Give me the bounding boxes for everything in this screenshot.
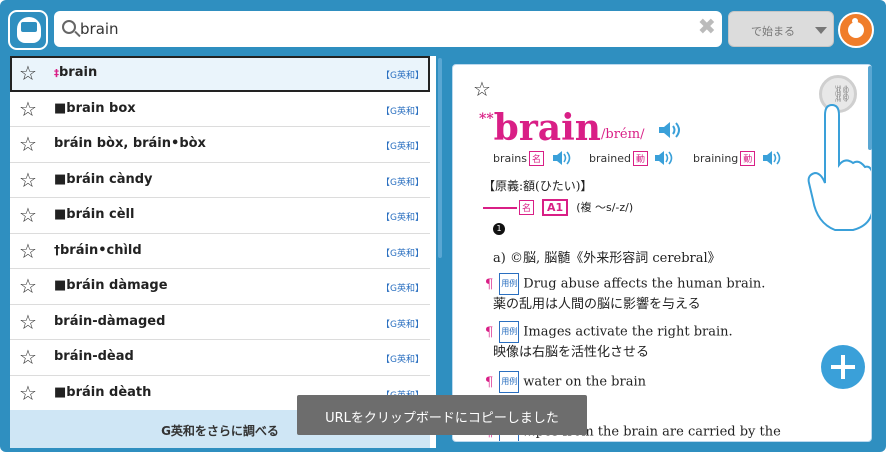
headword-label: bráin-dèad — [54, 349, 134, 364]
headword-mark: ■ — [54, 171, 67, 187]
star-icon[interactable]: ☆ — [19, 133, 37, 155]
pronunciation: /bréɪn/ — [601, 127, 645, 142]
dictionary-tag: 【G英和】 — [381, 177, 424, 188]
result-list: ☆ ‡brain 【G英和】 ☆ ■brain box 【G英和】 ☆ brái… — [10, 56, 436, 448]
example: ¶ 用例 Images activate the right brain. 映像は右… — [485, 321, 733, 363]
example-badge: 用例 — [499, 371, 520, 393]
entry-headword: brain — [493, 107, 601, 149]
list-scrollbar[interactable] — [438, 58, 442, 258]
headword-mark: ■ — [54, 278, 67, 293]
star-icon[interactable]: ☆ — [19, 240, 37, 262]
speaker-icon[interactable] — [657, 119, 683, 141]
star-icon[interactable]: ☆ — [19, 311, 37, 333]
pos-badge: 動 — [740, 151, 756, 166]
headword-label: brain — [59, 65, 98, 80]
plural-form: (複 〜s/-z/) — [576, 201, 634, 214]
dictionary-tag: 【G英和】 — [381, 248, 424, 259]
pointer-hand-icon — [807, 103, 871, 231]
star-icon[interactable]: ☆ — [19, 169, 37, 191]
clear-icon[interactable]: ✖ — [698, 16, 716, 40]
grammar-line: 名 A1 (複 〜s/-z/) — [483, 199, 633, 216]
form-word: brains — [493, 152, 528, 165]
chevron-down-icon — [815, 27, 827, 34]
sense-number: 1 — [493, 223, 505, 235]
speaker-icon[interactable] — [551, 149, 573, 167]
cefr-badge: A1 — [542, 199, 569, 216]
etymology: 【原義:額(ひたい)】 — [483, 179, 593, 193]
toast-text: URLをクリップボードにコピーしました — [325, 411, 559, 426]
importance-stars: ** — [479, 111, 494, 127]
entry-scrollbar[interactable] — [868, 66, 872, 150]
star-icon[interactable]: ☆ — [19, 275, 37, 297]
list-item[interactable]: ☆ bráin-dàmaged 【G英和】 — [10, 304, 430, 340]
dictionary-tag: 【G英和】 — [381, 319, 424, 330]
app-logo-icon[interactable] — [8, 10, 48, 50]
list-item[interactable]: ☆ ■brain box 【G英和】 — [10, 91, 430, 127]
headword-label: brain box — [66, 100, 136, 116]
star-icon[interactable]: ☆ — [19, 346, 37, 368]
dictionary-tag: 【G英和】 — [381, 355, 424, 365]
form-word: braining — [693, 152, 739, 165]
list-item[interactable]: ☆ bráin-dèad 【G英和】 — [10, 340, 430, 376]
dictionary-tag: 【G英和】 — [381, 142, 424, 152]
example-badge: 用例 — [499, 273, 520, 295]
headword-label: bráin•chìld — [60, 242, 142, 258]
star-icon[interactable]: ☆ — [19, 98, 37, 120]
headword-mark: ■ — [54, 384, 67, 400]
avatar[interactable] — [838, 12, 874, 48]
inflected-forms: brains 名 — [493, 151, 546, 166]
dictionary-tag: 【G英和】 — [381, 284, 424, 294]
pos-badge: 動 — [633, 151, 649, 166]
match-mode-label: で始まる — [751, 25, 795, 38]
headword-label: bráin dàmage — [66, 278, 168, 293]
example-en: water on the brain — [523, 374, 646, 390]
headword-mark: ■ — [54, 207, 67, 222]
sense-definition: a) ©脳, 脳髄《外来形容詞 cerebral》 — [493, 251, 721, 266]
headword-mark: ■ — [54, 100, 67, 116]
speaker-icon[interactable] — [653, 149, 675, 167]
list-item[interactable]: ☆ †bráin•chìld 【G英和】 — [10, 233, 430, 269]
add-button[interactable] — [821, 345, 865, 389]
list-item[interactable]: ☆ bráin bòx, bráin•bòx 【G英和】 — [10, 127, 430, 163]
star-icon[interactable]: ☆ — [19, 382, 37, 404]
match-mode-dropdown[interactable]: で始まる — [728, 11, 834, 47]
search-icon — [62, 20, 76, 34]
toast-message: URLをクリップボードにコピーしました — [297, 395, 587, 435]
dictionary-tag: 【G英和】 — [381, 71, 424, 81]
search-input[interactable]: brain — [80, 20, 119, 38]
headword-label: bráin-dàmaged — [54, 313, 166, 329]
star-icon[interactable]: ☆ — [19, 204, 37, 226]
pos-badge: 名 — [529, 151, 545, 166]
example-en: Images activate the right brain. — [523, 324, 733, 340]
pos-badge: 名 — [519, 200, 535, 215]
headword-label: bráin bòx, bráin•bòx — [54, 136, 206, 151]
star-icon[interactable]: ☆ — [473, 77, 491, 101]
headword-label: bráin càndy — [66, 171, 153, 187]
example-ja: 薬の乱用は人間の脳に影響を与える — [493, 297, 701, 312]
example: ¶ 用例 Drug abuse affects the human brain. 薬… — [485, 273, 765, 315]
list-item[interactable]: ☆ ‡brain 【G英和】 — [10, 56, 430, 92]
entry-card: ☆ ⛓ **brain /bréɪn/ brains 名 brained 動 bra… — [452, 64, 872, 442]
speaker-icon[interactable] — [761, 149, 783, 167]
example-badge: 用例 — [499, 321, 520, 343]
search-bar[interactable]: brain ✖ — [54, 11, 722, 47]
dictionary-tag: 【G英和】 — [381, 213, 424, 223]
headword-label: bráin dèath — [66, 384, 152, 400]
example-en: Drug abuse affects the human brain. — [523, 276, 766, 292]
form-word: brained — [589, 152, 632, 165]
example-ja: 映像は右脳を活性化させる — [493, 345, 650, 360]
list-item[interactable]: ☆ ■bráin càndy 【G英和】 — [10, 162, 430, 198]
dictionary-tag: 【G英和】 — [381, 106, 424, 117]
headword-label: bráin cèll — [66, 207, 135, 222]
star-icon[interactable]: ☆ — [19, 62, 37, 84]
example: ¶ 用例 water on the brain — [485, 371, 646, 393]
app-frame: brain ✖ で始まる ☆ ‡brain 【G英和】 ☆ ■brain box… — [0, 0, 886, 452]
list-item[interactable]: ☆ ■bráin cèll 【G英和】 — [10, 198, 430, 234]
list-item[interactable]: ☆ ■bráin dàmage 【G英和】 — [10, 269, 430, 305]
